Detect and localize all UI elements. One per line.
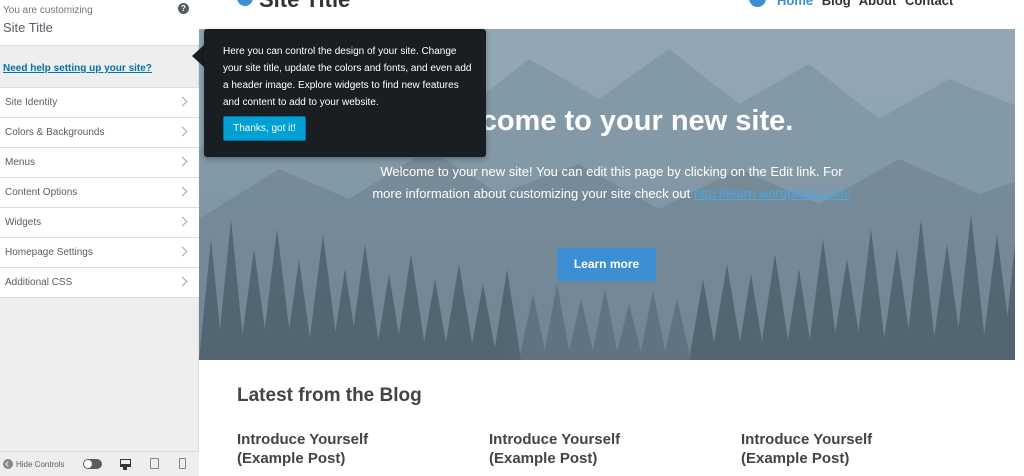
customizer-footer: Hide Controls bbox=[0, 451, 199, 476]
panel-colors-backgrounds[interactable]: Colors & Backgrounds bbox=[0, 118, 199, 148]
site-header: Site Title Home Blog About Contact bbox=[199, 0, 1024, 29]
help-link[interactable]: Need help setting up your site? bbox=[3, 63, 152, 74]
primary-nav: Home Blog About Contact bbox=[777, 0, 958, 8]
guided-tour-tooltip: Here you can control the design of your … bbox=[204, 29, 486, 157]
panel-label: Homepage Settings bbox=[5, 247, 93, 258]
panel-label: Additional CSS bbox=[5, 277, 73, 288]
panel-additional-css[interactable]: Additional CSS bbox=[0, 268, 199, 298]
desktop-preview-icon[interactable] bbox=[120, 459, 131, 470]
customizer-header: You are customizing Site Title ? bbox=[0, 0, 199, 46]
nav-contact[interactable]: Contact bbox=[905, 0, 953, 8]
customizing-site-title: Site Title bbox=[3, 20, 53, 35]
panel-label: Site Identity bbox=[5, 97, 58, 108]
chevron-right-icon bbox=[177, 216, 188, 227]
panel-widgets[interactable]: Widgets bbox=[0, 208, 199, 238]
blog-heading: Latest from the Blog bbox=[237, 385, 422, 406]
chevron-right-icon bbox=[177, 156, 188, 167]
chevron-right-icon bbox=[177, 96, 188, 107]
chevron-right-icon bbox=[177, 276, 188, 287]
blog-section: Latest from the Blog Introduce Yourself … bbox=[199, 360, 1024, 476]
hide-controls-label[interactable]: Hide Controls bbox=[16, 460, 64, 469]
chevron-right-icon bbox=[177, 186, 188, 197]
panel-label: Content Options bbox=[5, 187, 78, 198]
tooltip-arrow bbox=[192, 45, 204, 67]
hide-controls-toggle[interactable] bbox=[83, 459, 102, 469]
post-title[interactable]: Introduce Yourself (Example Post) bbox=[237, 430, 437, 468]
hero-link[interactable]: http://learn.wordpress.com/ bbox=[694, 186, 851, 201]
tooltip-dismiss-button[interactable]: Thanks, got it! bbox=[223, 116, 306, 141]
hero-description: Welcome to your new site! You can edit t… bbox=[369, 161, 854, 205]
panel-homepage-settings[interactable]: Homepage Settings bbox=[0, 238, 199, 268]
site-logo-icon[interactable] bbox=[237, 0, 253, 6]
panel-site-identity[interactable]: Site Identity bbox=[0, 88, 199, 118]
nav-logo-icon bbox=[749, 0, 766, 7]
panel-menus[interactable]: Menus bbox=[0, 148, 199, 178]
panel-content-options[interactable]: Content Options bbox=[0, 178, 199, 208]
nav-home[interactable]: Home bbox=[777, 0, 813, 8]
nav-blog[interactable]: Blog bbox=[822, 0, 851, 8]
panel-list: Site Identity Colors & Backgrounds Menus… bbox=[0, 87, 199, 298]
panel-label: Widgets bbox=[5, 217, 42, 228]
nav-about[interactable]: About bbox=[859, 0, 897, 8]
post-title[interactable]: Introduce Yourself (Example Post) bbox=[741, 430, 941, 468]
customizing-label: You are customizing bbox=[3, 5, 93, 16]
panel-label: Colors & Backgrounds bbox=[5, 127, 105, 138]
tooltip-text: Here you can control the design of your … bbox=[223, 46, 472, 108]
learn-more-button[interactable]: Learn more bbox=[557, 248, 656, 281]
collapse-icon[interactable] bbox=[3, 459, 13, 469]
chevron-right-icon bbox=[177, 126, 188, 137]
help-icon[interactable]: ? bbox=[178, 3, 189, 14]
scrollbar[interactable] bbox=[1015, 0, 1024, 476]
customizer-sidebar: You are customizing Site Title ? Need he… bbox=[0, 0, 199, 476]
chevron-right-icon bbox=[177, 246, 188, 257]
panel-label: Menus bbox=[5, 157, 36, 168]
site-name[interactable]: Site Title bbox=[259, 0, 350, 13]
mobile-preview-icon[interactable] bbox=[179, 458, 186, 469]
post-title[interactable]: Introduce Yourself (Example Post) bbox=[489, 430, 689, 468]
help-section: Need help setting up your site? bbox=[0, 47, 199, 87]
tablet-preview-icon[interactable] bbox=[150, 458, 159, 469]
